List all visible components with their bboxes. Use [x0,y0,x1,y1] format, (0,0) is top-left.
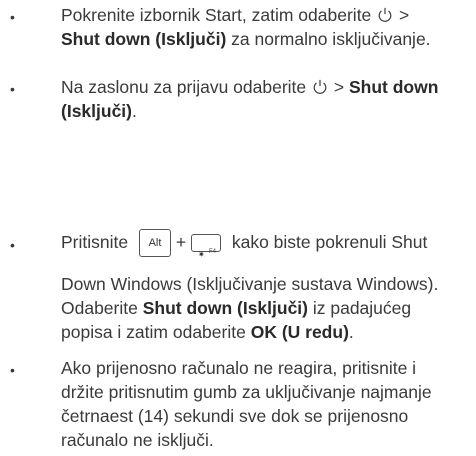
text: za normalno isključivanje. [226,29,431,49]
text: iz padajućeg [308,298,412,318]
text: popisa i zatim odaberite [61,322,251,342]
key-label: F4 [208,249,216,256]
text: držite pritisnutim gumb za uključivanje … [61,382,432,402]
sun-icon: ✷ [197,250,205,260]
ok-label: OK (U redu) [250,322,349,342]
power-icon [313,79,327,94]
bullet: • [10,9,15,25]
text: Na zaslonu za prijavu odaberite [61,77,307,97]
text: Ako prijenosno računalo ne reagira, prit… [61,358,417,378]
text: > [399,5,410,25]
alt-key-icon: Alt [138,229,171,258]
instruction-alt-f4: Pritisnite Alt + ✷ F4 kako biste pokrenu… [61,226,471,344]
instruction-power-button: Ako prijenosno računalo ne reagira, prit… [61,356,471,452]
text: + [175,232,187,252]
text: . [132,101,137,121]
text: . [348,322,354,342]
bullet: • [10,237,15,253]
text: Pokrenite izbornik Start, zatim odaberit… [61,5,372,25]
text: računalo ne isključi. [61,430,214,450]
key-label: Alt [148,237,162,250]
text: kako biste pokrenuli Shut [231,232,428,252]
bullet: • [10,362,15,378]
text: > [329,77,349,97]
text: Odaberite [61,298,143,318]
f4-key-icon: ✷ F4 [190,234,221,259]
instruction-login-screen: Na zaslonu za prijavu odaberite > Shut d… [61,75,471,123]
bullet: • [10,81,15,97]
shut-down-label: Shut down (Isključi) [142,298,308,318]
text: četrnaest (14) sekundi sve dok se prijen… [61,406,409,426]
instruction-start-menu: Pokrenite izbornik Start, zatim odaberit… [61,3,471,51]
shut-down-label: Shut down (Isključi) [61,29,227,49]
power-icon [378,7,392,22]
shut-down-label: Shut down [348,77,439,97]
shut-down-label: (Isključi) [61,101,132,121]
text: Pritisnite [61,232,129,252]
text: Down Windows (Isključivanje sustava Wind… [61,274,439,294]
